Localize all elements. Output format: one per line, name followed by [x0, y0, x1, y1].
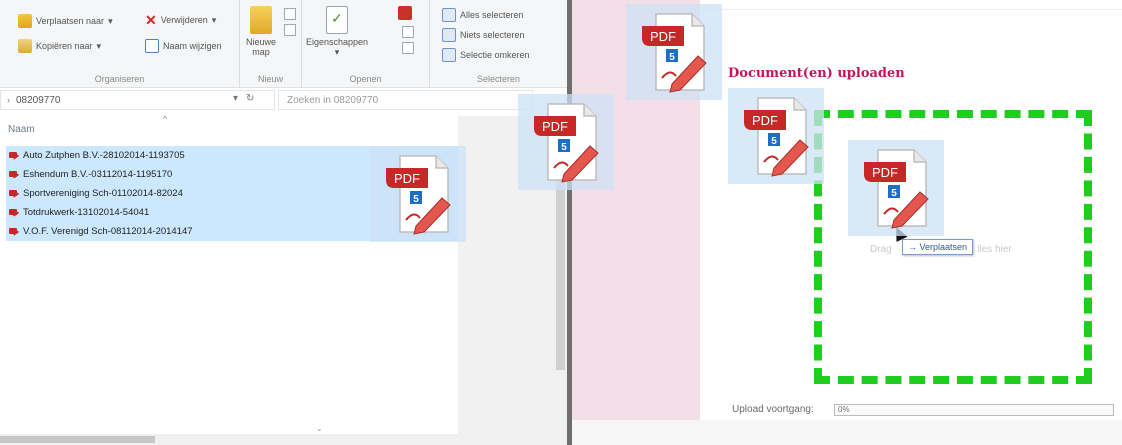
properties-button[interactable]: Eigenschappen ▾: [305, 6, 369, 58]
new-item-icon: [284, 8, 296, 20]
pdf-drag-icon: PDF 5: [370, 146, 466, 242]
search-input[interactable]: Zoeken in 08209770: [278, 90, 533, 110]
ribbon-group-organize: Verplaatsen naar ▾ ✕ Verwijderen ▾ Kopië…: [0, 0, 240, 88]
refresh-icon[interactable]: ↻: [246, 93, 254, 104]
invert-selection-icon: [442, 48, 456, 62]
move-tooltip: → Verplaatsen: [902, 239, 974, 255]
file-name: Eshendum B.V.-03112014-1195170: [23, 169, 173, 180]
pdf-badge-text: PDF: [650, 29, 676, 44]
pdf-file-icon: [9, 208, 19, 218]
file-name: Auto Zutphen B.V.-28102014-1193705: [23, 150, 185, 161]
new-folder-icon: [250, 6, 272, 34]
pdf-file-icon: [9, 170, 19, 180]
ribbon-group-label-select: Selecteren: [476, 74, 521, 84]
file-name: V.O.F. Verenigd Sch-08112014-2014147: [23, 226, 193, 237]
drop-hint-left: Drag: [870, 244, 892, 255]
chevron-right-icon: ›: [7, 95, 10, 105]
ribbon-group-label-organize: Organiseren: [94, 74, 145, 84]
select-all-icon: [442, 8, 456, 22]
page-top-edge: [700, 0, 1122, 10]
upload-title: Document(en) uploaden: [728, 66, 905, 81]
open-button[interactable]: [398, 6, 412, 23]
pdf-drag-icon: PDF 5: [848, 140, 944, 236]
pdf-number-text: 5: [413, 194, 419, 205]
ribbon: Verplaatsen naar ▾ ✕ Verwijderen ▾ Kopië…: [0, 0, 567, 88]
chevron-down-icon[interactable]: ▾: [233, 93, 238, 104]
address-path: 08209770: [16, 94, 61, 106]
invert-selection-label: Selectie omkeren: [460, 50, 530, 60]
upload-progress-bar: 0%: [834, 404, 1114, 416]
pdf-file-icon: [9, 151, 19, 161]
dropdown-arrow-icon: ▾: [211, 14, 217, 25]
edit-history-buttons[interactable]: [402, 26, 414, 58]
drop-hint-right: iles hier: [977, 244, 1012, 255]
new-item-buttons[interactable]: [284, 8, 296, 40]
ribbon-group-label-new: Nieuw: [257, 74, 283, 84]
file-name: Totdrukwerk-13102014-54041: [23, 207, 150, 218]
column-header-label: Naam: [8, 124, 35, 135]
select-all-button[interactable]: Alles selecteren: [442, 8, 524, 22]
rename-label: Naam wijzigen: [163, 41, 222, 51]
pdf-badge-text: PDF: [752, 113, 778, 128]
move-to-button[interactable]: Verplaatsen naar ▾: [18, 14, 113, 28]
select-none-label: Niets selecteren: [460, 30, 525, 40]
rename-icon: [145, 39, 159, 53]
open-icon: [398, 6, 412, 20]
page-bottom-bar: [572, 420, 1122, 445]
scroll-marker-icon: ⌄: [316, 424, 323, 433]
properties-icon: [326, 6, 348, 34]
select-none-button[interactable]: Niets selecteren: [442, 28, 525, 42]
ribbon-group-new: Nieuwe map Nieuw: [240, 0, 302, 88]
pdf-badge-text: PDF: [542, 119, 568, 134]
move-to-icon: [18, 14, 32, 28]
progress-label: Upload voortgang:: [732, 404, 814, 415]
delete-label: Verwijderen: [160, 15, 208, 25]
pdf-drag-icon: PDF 5: [728, 88, 824, 184]
new-folder-button[interactable]: Nieuwe map: [246, 6, 276, 57]
dropdown-arrow-icon: ▾: [334, 47, 340, 57]
copy-to-label: Kopiëren naar: [36, 41, 93, 51]
pdf-badge-text: PDF: [872, 165, 898, 180]
move-to-label: Verplaatsen naar: [36, 16, 105, 26]
select-none-icon: [442, 28, 456, 42]
ribbon-group-open: Eigenschappen ▾ Openen: [302, 0, 430, 88]
copy-to-icon: [18, 39, 32, 53]
pdf-number-text: 5: [561, 142, 567, 153]
delete-icon: ✕: [145, 12, 157, 28]
delete-button[interactable]: ✕ Verwijderen ▾: [145, 12, 217, 28]
easy-access-icon: [284, 24, 296, 36]
sort-up-icon: ^: [163, 114, 168, 124]
pdf-file-icon: [9, 227, 19, 237]
address-tools: ▾ ↻: [233, 93, 254, 104]
invert-selection-button[interactable]: Selectie omkeren: [442, 48, 530, 62]
pdf-number-text: 5: [669, 52, 675, 63]
history-icon: [402, 42, 414, 54]
pdf-number-text: 5: [771, 136, 777, 147]
ribbon-group-select: Alles selecteren Niets selecteren Select…: [430, 0, 567, 88]
pdf-drag-icon: PDF 5: [626, 4, 722, 100]
screen: Verplaatsen naar ▾ ✕ Verwijderen ▾ Kopië…: [0, 0, 1122, 445]
rename-button[interactable]: Naam wijzigen: [145, 39, 222, 53]
file-explorer-window: Verplaatsen naar ▾ ✕ Verwijderen ▾ Kopië…: [0, 0, 567, 445]
ribbon-group-label-open: Openen: [349, 74, 382, 84]
pdf-file-icon: [9, 189, 19, 199]
copy-to-button[interactable]: Kopiëren naar ▾: [18, 39, 101, 53]
dropdown-arrow-icon: ▾: [108, 15, 113, 26]
new-folder-label: Nieuwe map: [246, 37, 277, 57]
search-placeholder: Zoeken in 08209770: [287, 94, 379, 106]
pdf-badge-text: PDF: [394, 171, 420, 186]
upload-progress-text: 0%: [838, 405, 850, 414]
properties-label: Eigenschappen: [305, 37, 369, 47]
dropdown-arrow-icon: ▾: [96, 40, 102, 51]
pdf-number-text: 5: [891, 188, 897, 199]
horizontal-scrollbar-thumb[interactable]: [0, 436, 155, 443]
pdf-drag-icon: PDF 5: [518, 94, 614, 190]
select-all-label: Alles selecteren: [460, 10, 524, 20]
file-name: Sportvereniging Sch-01102014-82024: [23, 188, 183, 199]
edit-icon: [402, 26, 414, 38]
